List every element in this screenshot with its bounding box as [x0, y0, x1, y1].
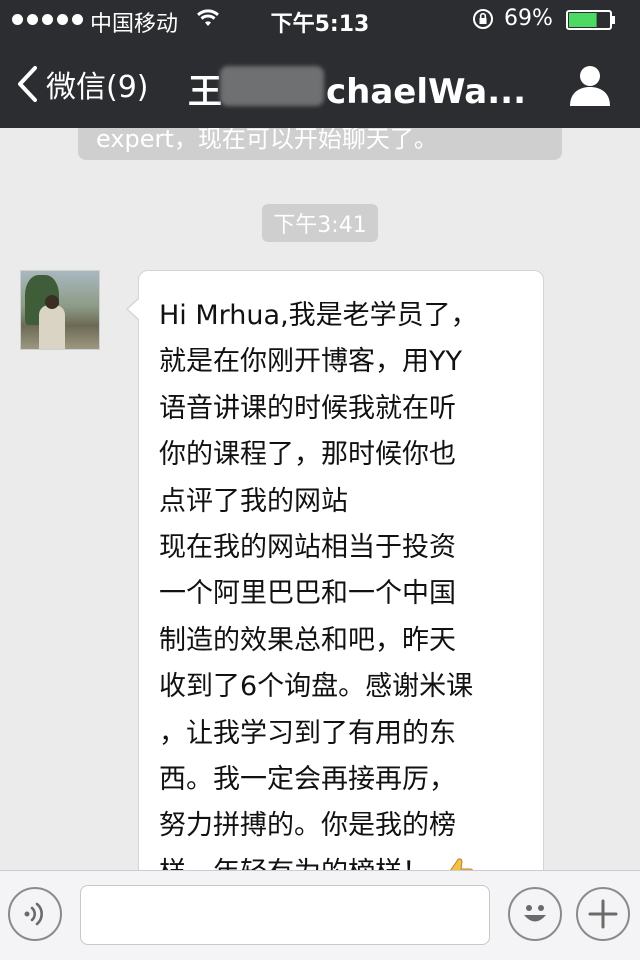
- message-line: 努力拼搏的。你是我的榜: [159, 810, 456, 842]
- input-bar: [0, 870, 640, 960]
- message-line: 现在我的网站相当于投资: [159, 532, 456, 564]
- message-line: 制造的效果总和吧，昨天: [159, 624, 456, 656]
- chat-title-prefix: 王: [188, 72, 222, 112]
- back-label[interactable]: 微信(9): [46, 62, 149, 106]
- message-text: Hi Mrhua,我是老学员了， 就是在你刚开博客，用YY 语音讲课的时候我就在…: [159, 293, 529, 870]
- back-button[interactable]: 微信(9): [16, 60, 149, 108]
- message-line: 你的课程了，那时候你也: [159, 439, 456, 471]
- message-line: 一个阿里巴巴和一个中国: [159, 578, 456, 610]
- message-input[interactable]: [80, 885, 490, 945]
- battery-percent: 69%: [504, 6, 553, 31]
- system-notice: expert，现在可以开始聊天了。: [78, 128, 562, 160]
- message-timestamp: 下午3:41: [262, 204, 378, 242]
- message-line-text: 样，年轻有为的榜样！: [159, 850, 429, 870]
- add-button[interactable]: [576, 887, 630, 941]
- redaction-blur: [220, 66, 324, 106]
- emoji-button[interactable]: [508, 887, 562, 941]
- message-line: 收到了6个询盘。感谢米课: [159, 671, 474, 703]
- voice-icon[interactable]: [20, 899, 50, 929]
- voice-button[interactable]: [8, 887, 62, 941]
- battery-icon: [566, 10, 615, 30]
- back-chevron-icon[interactable]: [16, 65, 38, 103]
- message-bubble[interactable]: Hi Mrhua,我是老学员了， 就是在你刚开博客，用YY 语音讲课的时候我就在…: [126, 270, 544, 870]
- message-line: Hi Mrhua,我是老学员了，: [159, 300, 478, 331]
- profile-icon[interactable]: [566, 62, 614, 108]
- navigation-bar: 微信(9) 王 chaelWa...: [0, 40, 640, 128]
- message-line: 就是在你刚开博客，用YY: [159, 346, 462, 378]
- message-line: ，让我学习到了有用的东: [159, 717, 456, 749]
- chat-title-suffix: chaelWa...: [326, 72, 526, 112]
- message-line: 点评了我的网站: [159, 485, 348, 517]
- add-icon[interactable]: [586, 897, 620, 931]
- rotation-lock-icon: [473, 9, 493, 29]
- message-line: 语音讲课的时候我就在听: [159, 392, 456, 424]
- message-line-last: 样，年轻有为的榜样！: [159, 850, 529, 870]
- thumbs-up-icon: [450, 858, 474, 870]
- chat-area[interactable]: expert，现在可以开始聊天了。 下午3:41 Hi Mrhua,我是老学员了…: [0, 128, 640, 870]
- message-line: 西。我一定会再接再厉，: [159, 764, 456, 796]
- emoji-icon[interactable]: [515, 894, 555, 934]
- avatar[interactable]: [20, 270, 100, 350]
- status-bar: 中国移动 下午5:13 69%: [0, 0, 640, 40]
